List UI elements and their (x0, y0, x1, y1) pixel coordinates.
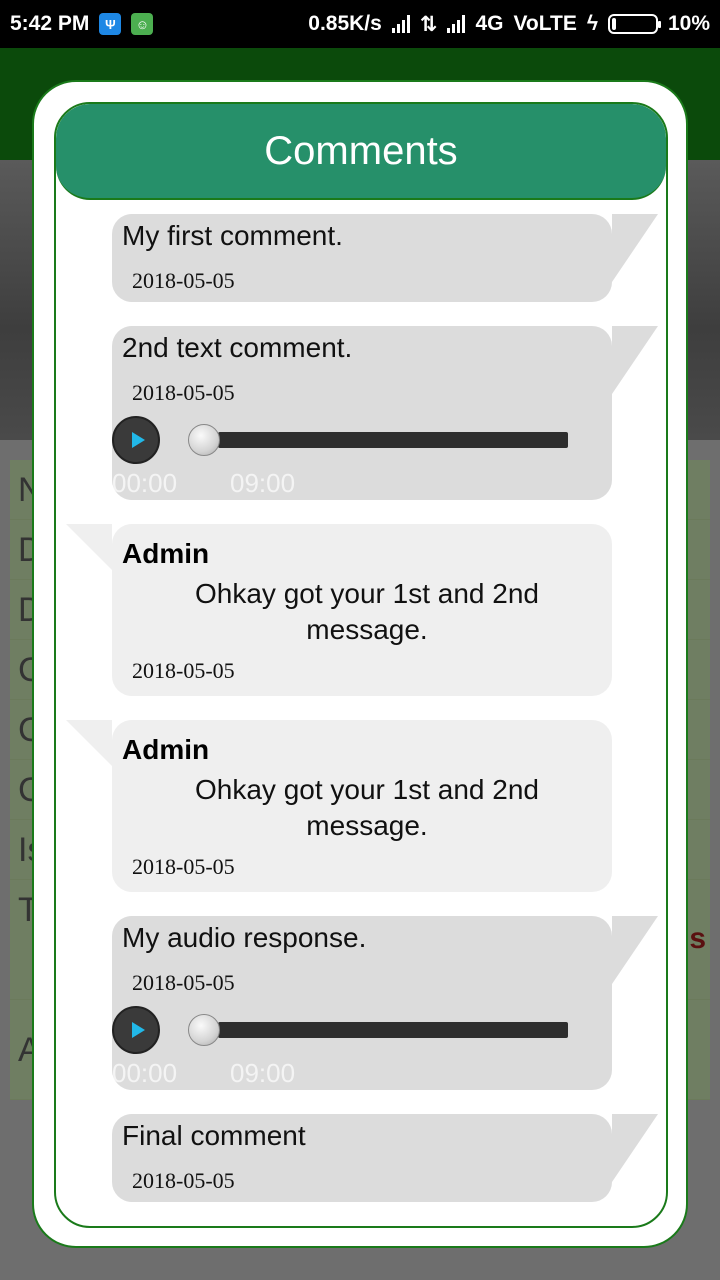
signal-icon (391, 15, 410, 33)
comment-date: 2018-05-05 (132, 854, 235, 879)
audio-duration: 09:00 (230, 1058, 296, 1088)
comment-date: 2018-05-05 (132, 268, 235, 293)
battery-icon (607, 14, 661, 34)
comment-text: Final comment (122, 1120, 306, 1151)
volte-label: VoLTE (513, 12, 577, 35)
admin-comment-bubble: Admin Ohkay got your 1st and 2nd message… (66, 720, 612, 892)
background-accent-text: s (689, 922, 706, 955)
comments-dialog-body: Comments My first comment. 2018-05-05 2n… (54, 102, 668, 1228)
seekbar-thumb[interactable] (188, 424, 220, 456)
dialog-header: Comments (56, 104, 666, 200)
android-icon: ☺ (131, 13, 154, 35)
play-button[interactable] (112, 1006, 160, 1054)
comment-text: 2nd text comment. (122, 332, 353, 363)
user-comment-bubble: Final comment 2018-05-05 (112, 1114, 658, 1202)
user-comment-bubble: My audio response. 2018-05-05 00:00 09:0… (112, 916, 658, 1090)
signal-icon (447, 15, 466, 33)
audio-player: 00:00 09:00 (112, 416, 612, 506)
comment-date: 2018-05-05 (132, 380, 235, 405)
comment-date: 2018-05-05 (132, 1168, 235, 1193)
network-type: 4G (475, 12, 504, 35)
user-comment-bubble: 2nd text comment. 2018-05-05 00:00 09:00 (112, 326, 658, 500)
seekbar-thumb[interactable] (188, 1014, 220, 1046)
audio-player: 00:00 09:00 (112, 1006, 612, 1096)
audio-current-time: 00:00 (112, 468, 178, 498)
user-comment-bubble: My first comment. 2018-05-05 (112, 214, 658, 302)
battery-percent: 10% (667, 12, 710, 35)
comments-dialog: Comments My first comment. 2018-05-05 2n… (32, 80, 688, 1248)
audio-seekbar[interactable] (218, 1022, 568, 1038)
admin-comment-bubble: Admin Ohkay got your 1st and 2nd message… (66, 524, 612, 696)
audio-current-time: 00:00 (112, 1058, 178, 1088)
dialog-title: Comments (264, 128, 458, 173)
data-arrows-icon: ⇅ (419, 12, 438, 36)
comment-text: Ohkay got your 1st and 2nd message. (195, 578, 539, 645)
audio-duration: 09:00 (230, 468, 296, 498)
comments-list[interactable]: My first comment. 2018-05-05 2nd text co… (56, 214, 666, 1214)
comment-author: Admin (122, 538, 210, 569)
network-speed: 0.85K/s (308, 12, 382, 35)
usb-icon: Ψ (99, 13, 122, 35)
play-icon (131, 1022, 145, 1038)
comment-date: 2018-05-05 (132, 970, 235, 995)
comment-text: My audio response. (122, 922, 367, 953)
play-icon (131, 432, 145, 448)
status-time: 5:42 PM (10, 12, 90, 35)
comment-text: Ohkay got your 1st and 2nd message. (195, 774, 539, 841)
comment-date: 2018-05-05 (132, 658, 235, 683)
comment-author: Admin (122, 734, 210, 765)
status-bar: 5:42 PM Ψ ☺ 0.85K/s ⇅ 4G VoLTE ϟ 10% (0, 0, 720, 48)
comment-text: My first comment. (122, 220, 343, 251)
audio-seekbar[interactable] (218, 432, 568, 448)
charging-icon: ϟ (586, 12, 598, 35)
play-button[interactable] (112, 416, 160, 464)
